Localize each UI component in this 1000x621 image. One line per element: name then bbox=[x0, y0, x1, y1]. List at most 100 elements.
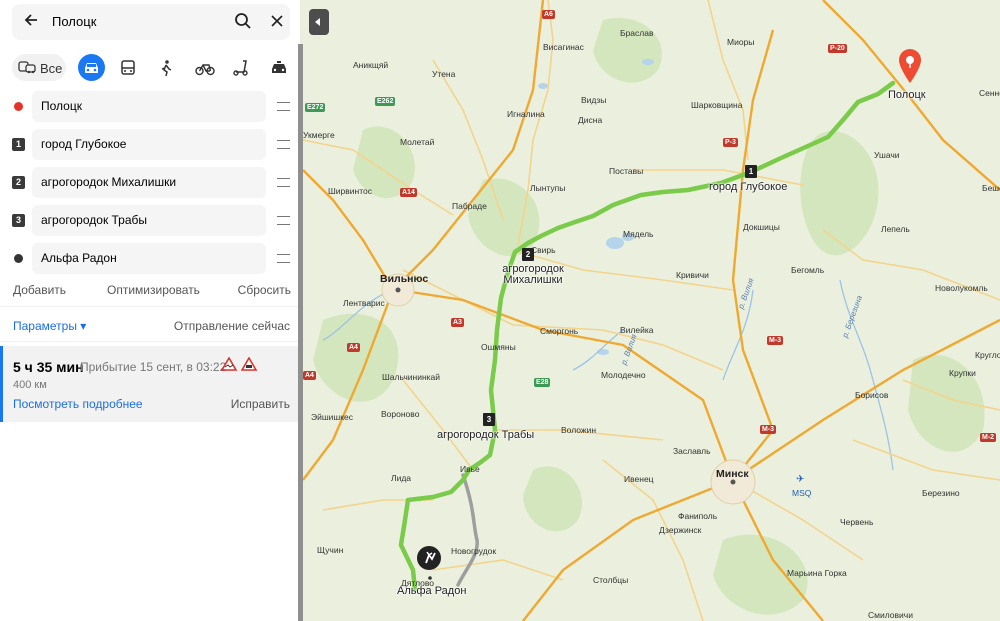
divider bbox=[0, 341, 300, 342]
road-shield: E28 bbox=[534, 378, 551, 387]
place-label: Новолукомль bbox=[935, 283, 988, 293]
route-stop-label: город Глубокое bbox=[709, 181, 788, 193]
car-icon bbox=[85, 63, 98, 73]
mode-bus-button[interactable] bbox=[115, 54, 141, 81]
place-label: Ивье bbox=[460, 464, 480, 474]
place-label: Утена bbox=[432, 69, 456, 79]
collapse-panel-button[interactable] bbox=[309, 9, 329, 35]
mode-bike-button[interactable] bbox=[191, 54, 217, 81]
waypoint-input[interactable]: Полоцк bbox=[32, 91, 266, 122]
place-label: Столбцы bbox=[593, 575, 629, 585]
road-shield: E262 bbox=[375, 97, 396, 106]
route-stop-marker[interactable]: 1 bbox=[745, 165, 757, 178]
search-bar[interactable]: Полоцк bbox=[12, 4, 290, 40]
road-shield: P-3 bbox=[723, 138, 738, 147]
place-label: Свирь bbox=[531, 245, 556, 255]
departure-time-button[interactable]: Отправление сейчас bbox=[174, 319, 290, 333]
airport-label: MSQ bbox=[792, 488, 812, 498]
drag-handle-icon[interactable] bbox=[277, 102, 290, 111]
mode-scooter-button[interactable] bbox=[228, 54, 254, 81]
search-icon[interactable] bbox=[234, 12, 252, 33]
place-label: Березино bbox=[922, 488, 960, 498]
road-shield: M-3 bbox=[760, 425, 777, 434]
search-input[interactable]: Полоцк bbox=[52, 14, 96, 29]
waypoint-row: 2 агрогородок Михалишки bbox=[12, 167, 292, 199]
waypoint-row: Альфа Радон bbox=[12, 243, 292, 275]
road-shield: P-20 bbox=[828, 44, 847, 53]
route-stop-label: Полоцк bbox=[888, 89, 926, 101]
place-label: Ушачи bbox=[874, 150, 900, 160]
place-label: Браслав bbox=[620, 28, 654, 38]
waypoint-label: агрогородок Михалишки bbox=[41, 175, 177, 189]
place-label: Бегомль bbox=[791, 265, 825, 275]
waypoint-label: Альфа Радон bbox=[41, 251, 117, 265]
scooter-icon bbox=[233, 60, 248, 76]
place-label: Новогрудок bbox=[451, 546, 497, 556]
taxi-icon bbox=[272, 61, 286, 73]
back-arrow-icon[interactable] bbox=[24, 13, 40, 31]
map-view[interactable]: Браслав Миоры Аникщяй Утена Висагинас Ви… bbox=[303, 0, 1000, 621]
location-pin-icon[interactable] bbox=[897, 48, 923, 87]
place-label: Укмерге bbox=[303, 130, 335, 140]
add-button[interactable]: Добавить bbox=[13, 283, 66, 297]
mode-taxi-button[interactable] bbox=[266, 54, 292, 81]
drag-handle-icon[interactable] bbox=[277, 254, 290, 263]
waypoint-input[interactable]: агрогородок Трабы bbox=[32, 205, 266, 236]
report-error-button[interactable]: Исправить bbox=[231, 397, 290, 411]
road-shield: M-2 bbox=[980, 433, 997, 442]
arrival-time: Прибытие 15 сент, в 03:22 bbox=[80, 360, 227, 374]
waypoint-input[interactable]: агрогородок Михалишки bbox=[32, 167, 266, 198]
route-option-card[interactable]: 5 ч 35 мин Прибытие 15 сент, в 03:22 400… bbox=[0, 346, 300, 422]
place-label: Дзержинск bbox=[659, 525, 702, 535]
city-label-vilnius: Вильнюс bbox=[380, 273, 429, 285]
place-label: Вороново bbox=[381, 409, 420, 419]
place-label: Сморгонь bbox=[540, 326, 579, 336]
route-panel: Полоцк Все Полоцк 1 город Глубокое 2 агр… bbox=[0, 0, 300, 621]
place-label: Лентварис bbox=[343, 298, 385, 308]
mode-all-button[interactable]: Все bbox=[12, 54, 66, 81]
waypoint-input[interactable]: город Глубокое bbox=[32, 129, 266, 160]
route-stop-marker[interactable]: 2 bbox=[522, 248, 534, 261]
road-shield: A14 bbox=[400, 188, 417, 197]
mode-car-button[interactable] bbox=[78, 54, 105, 81]
place-label: Крупки bbox=[949, 368, 976, 378]
road-warning-icon bbox=[220, 356, 238, 374]
route-stop-label: агрогородок Михалишки bbox=[502, 263, 564, 286]
place-label: Докшицы bbox=[743, 222, 780, 232]
waypoint-label: Полоцк bbox=[41, 99, 82, 113]
place-label: Фаниполь bbox=[678, 511, 718, 521]
drag-handle-icon[interactable] bbox=[277, 216, 290, 225]
route-details-link[interactable]: Посмотреть подробнее bbox=[13, 397, 143, 411]
place-label: Кривичи bbox=[676, 270, 709, 280]
place-label: Видзы bbox=[581, 95, 607, 105]
place-label: Вилейка bbox=[620, 325, 654, 335]
road-shield: A6 bbox=[542, 10, 555, 19]
waypoint-input[interactable]: Альфа Радон bbox=[32, 243, 266, 274]
drag-handle-icon[interactable] bbox=[277, 140, 290, 149]
city-label-minsk: Минск bbox=[716, 468, 749, 480]
airport-icon: ✈ bbox=[796, 474, 805, 485]
optimize-button[interactable]: Оптимизировать bbox=[107, 283, 200, 297]
place-label: Ивенец bbox=[624, 474, 654, 484]
mode-walk-button[interactable] bbox=[153, 54, 179, 81]
waypoint-number: 1 bbox=[12, 138, 25, 151]
road-warning-icon bbox=[240, 356, 258, 374]
bus-icon bbox=[121, 60, 135, 75]
route-stop-marker[interactable]: 3 bbox=[483, 413, 495, 426]
drag-handle-icon[interactable] bbox=[277, 178, 290, 187]
parameters-dropdown[interactable]: Параметры ▾ bbox=[13, 319, 86, 333]
reset-button[interactable]: Сбросить bbox=[238, 283, 291, 297]
place-label: Миоры bbox=[727, 37, 755, 47]
road-shield: A4 bbox=[303, 371, 316, 380]
waypoint-label: город Глубокое bbox=[41, 137, 127, 151]
panel-scrollbar[interactable] bbox=[298, 44, 303, 621]
place-label: Молетай bbox=[400, 137, 435, 147]
close-icon[interactable] bbox=[270, 12, 284, 31]
origin-dot-icon bbox=[14, 102, 23, 111]
finish-marker-icon[interactable] bbox=[417, 546, 441, 570]
place-label: Мядель bbox=[623, 229, 654, 239]
destination-dot-icon bbox=[14, 254, 23, 263]
place-label: Ширвинтос bbox=[328, 186, 372, 196]
waypoint-row: 3 агрогородок Трабы bbox=[12, 205, 292, 237]
place-label: Щучин bbox=[317, 545, 344, 555]
